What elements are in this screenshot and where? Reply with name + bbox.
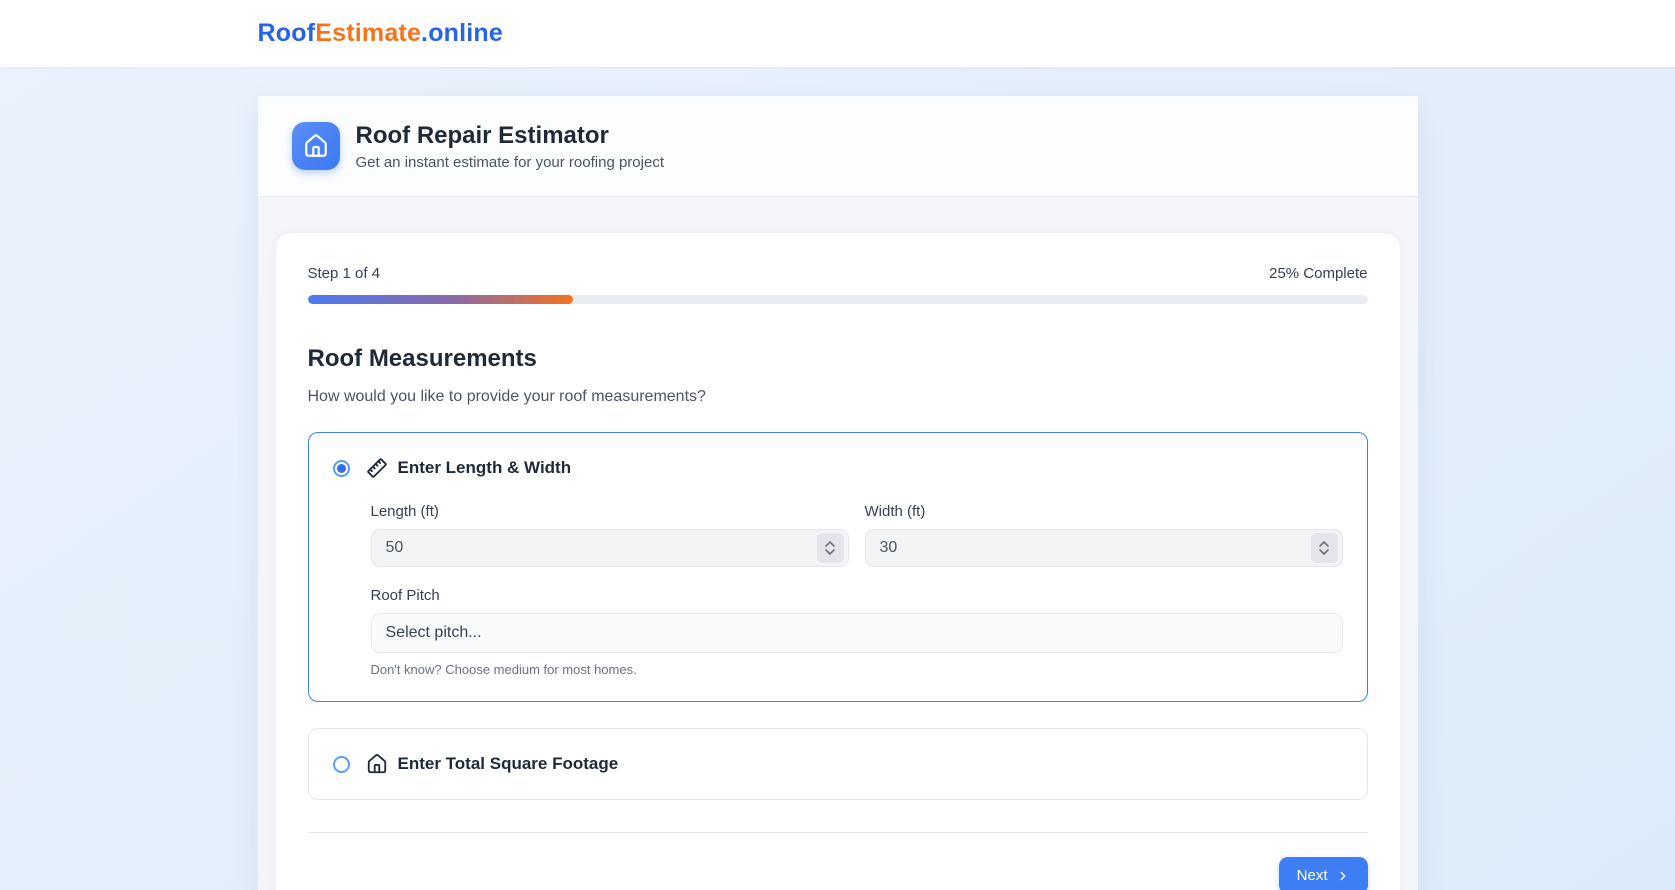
up-down-chevrons-icon[interactable] (1311, 533, 1338, 563)
length-input[interactable] (371, 529, 849, 567)
brand-logo[interactable]: RoofEstimate.online (258, 19, 1418, 48)
up-down-chevrons-icon[interactable] (817, 533, 844, 563)
section-question: How would you like to provide your roof … (308, 388, 1368, 406)
pitch-hint: Don't know? Choose medium for most homes… (371, 662, 1343, 677)
pitch-select-value: Select pitch... (386, 624, 482, 642)
next-button-label: Next (1297, 867, 1328, 884)
estimator-header: Roof Repair Estimator Get an instant est… (258, 96, 1418, 197)
header-text: Roof Repair Estimator Get an instant est… (356, 122, 665, 171)
pitch-label: Roof Pitch (371, 587, 1343, 604)
radio-square-footage[interactable] (333, 756, 350, 773)
step-indicator: Step 1 of 4 (308, 265, 381, 282)
width-input[interactable] (865, 529, 1343, 567)
pitch-select[interactable]: Select pitch... (371, 613, 1343, 653)
pitch-field-group: Roof Pitch Select pitch... Don't know? C… (371, 587, 1343, 677)
footer-divider (308, 832, 1368, 833)
percent-complete: 25% Complete (1269, 265, 1367, 282)
house-icon (292, 122, 340, 170)
page-title: Roof Repair Estimator (356, 122, 665, 150)
option-square-footage[interactable]: Enter Total Square Footage (308, 728, 1368, 800)
page-subtitle: Get an instant estimate for your roofing… (356, 154, 665, 171)
width-label: Width (ft) (865, 503, 1343, 520)
progress-bar-track (308, 295, 1368, 304)
chevron-right-icon (1336, 869, 1350, 883)
wizard-card: Step 1 of 4 25% Complete Roof Measuremen… (275, 232, 1401, 890)
section-title: Roof Measurements (308, 345, 1368, 373)
brand-part-3: .online (421, 19, 503, 47)
length-label: Length (ft) (371, 503, 849, 520)
ruler-icon (366, 457, 388, 479)
option-length-width[interactable]: Enter Length & Width Length (ft) (308, 432, 1368, 702)
next-button[interactable]: Next (1279, 857, 1368, 890)
top-navbar: RoofEstimate.online (0, 0, 1675, 67)
option-label: Enter Total Square Footage (398, 754, 619, 774)
estimator-panel: Roof Repair Estimator Get an instant est… (258, 96, 1418, 890)
option-label: Enter Length & Width (398, 458, 572, 478)
brand-part-1: Roof (258, 19, 316, 47)
progress-header: Step 1 of 4 25% Complete (308, 265, 1368, 282)
progress-bar-fill (308, 295, 573, 304)
house-icon (366, 753, 388, 775)
length-field-group: Length (ft) (371, 503, 849, 567)
brand-part-2: Estimate (315, 19, 421, 47)
width-field-group: Width (ft) (865, 503, 1343, 567)
radio-length-width[interactable] (333, 460, 350, 477)
